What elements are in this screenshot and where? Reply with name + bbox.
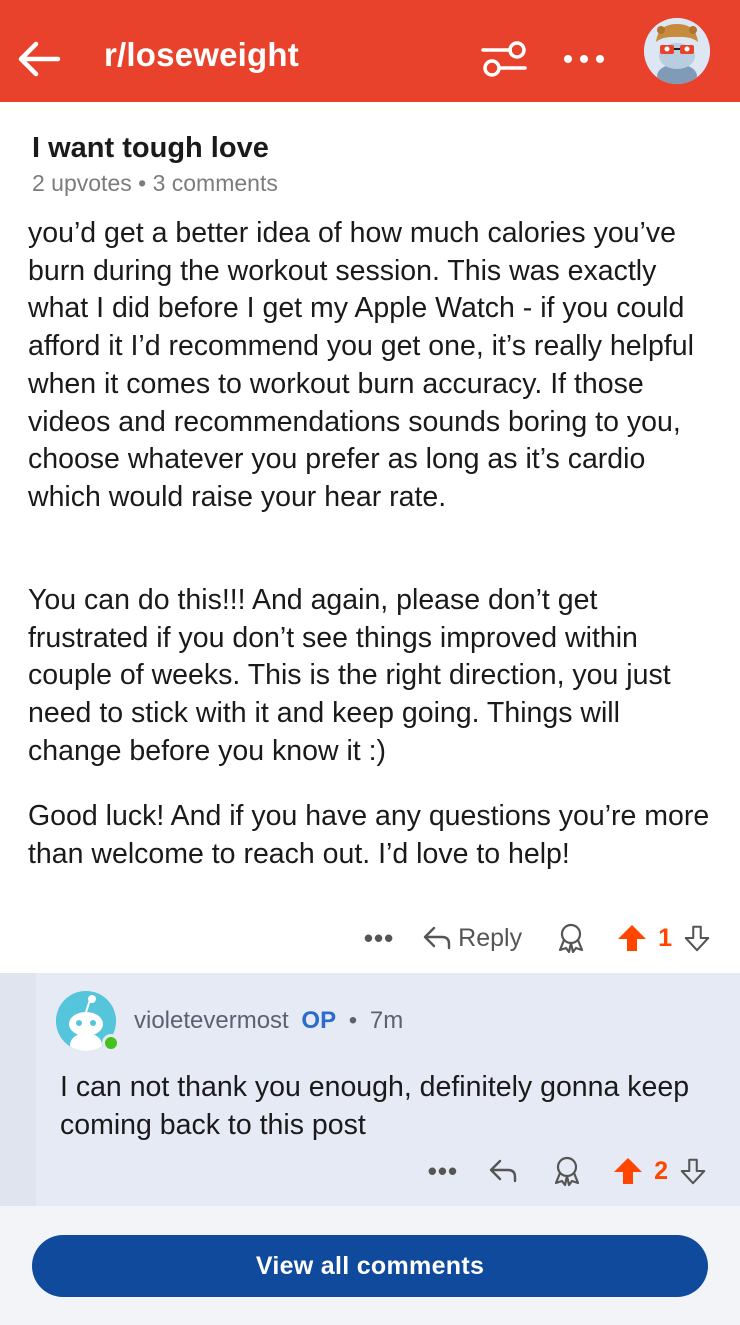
view-all-comments-button[interactable]: View all comments — [32, 1235, 708, 1297]
subreddit-name[interactable]: r/loseweight — [104, 36, 299, 74]
more-options-button[interactable]: ••• — [364, 925, 394, 951]
post-meta: 2 upvotes • 3 comments — [32, 170, 278, 196]
downvote-arrow-icon[interactable] — [678, 1155, 708, 1187]
comment-paragraph: Good luck! And if you have any questions… — [28, 800, 710, 870]
reply-arrow-icon — [423, 926, 451, 950]
upvote-arrow-icon[interactable] — [612, 1155, 644, 1187]
online-status-indicator — [102, 1034, 120, 1052]
upvote-arrow-icon[interactable] — [616, 922, 648, 954]
vote-count: 1 — [658, 923, 672, 952]
meta-separator: • — [348, 1007, 358, 1034]
reply-text: I can not thank you enough, definitely g… — [60, 1071, 690, 1141]
snoo-avatar-icon — [644, 18, 710, 84]
reply-actions: ••• 2 — [428, 1148, 708, 1194]
back-arrow-icon[interactable] — [14, 34, 64, 84]
comment-body: you’d get a better idea of how much calo… — [0, 220, 740, 973]
footer-area: View all comments — [0, 1206, 740, 1325]
award-icon[interactable] — [552, 1155, 582, 1187]
filter-sliders-icon[interactable] — [480, 38, 528, 80]
comment-paragraph: you’d get a better idea of how much calo… — [28, 220, 694, 513]
reply-thread: violetevermost OP • 7m I can not thank y… — [0, 973, 740, 1206]
more-dots-icon[interactable] — [562, 48, 606, 70]
top-app-bar: r/loseweight — [0, 0, 740, 102]
reply-button[interactable]: Reply — [422, 924, 522, 953]
user-avatar[interactable] — [644, 18, 710, 84]
post-header[interactable]: I want tough love 2 upvotes • 3 comments — [0, 102, 740, 220]
award-icon[interactable] — [556, 922, 586, 954]
more-options-button[interactable]: ••• — [428, 1158, 458, 1184]
post-title: I want tough love — [32, 132, 269, 164]
comment-actions: ••• Reply 1 — [364, 912, 712, 964]
vote-count: 2 — [654, 1156, 668, 1185]
op-badge: OP — [301, 1007, 337, 1034]
reply-timestamp: 7m — [369, 1007, 404, 1034]
reply-author-name[interactable]: violetevermost — [134, 1007, 289, 1034]
downvote-arrow-icon[interactable] — [682, 922, 712, 954]
reply-author-line: violetevermost OP • 7m — [134, 1007, 403, 1035]
reply-comment[interactable]: violetevermost OP • 7m I can not thank y… — [36, 973, 740, 1206]
reply-arrow-icon[interactable] — [488, 1158, 518, 1184]
reply-label: Reply — [458, 923, 523, 952]
comment-paragraph: You can do this!!! And again, please don… — [28, 584, 671, 767]
